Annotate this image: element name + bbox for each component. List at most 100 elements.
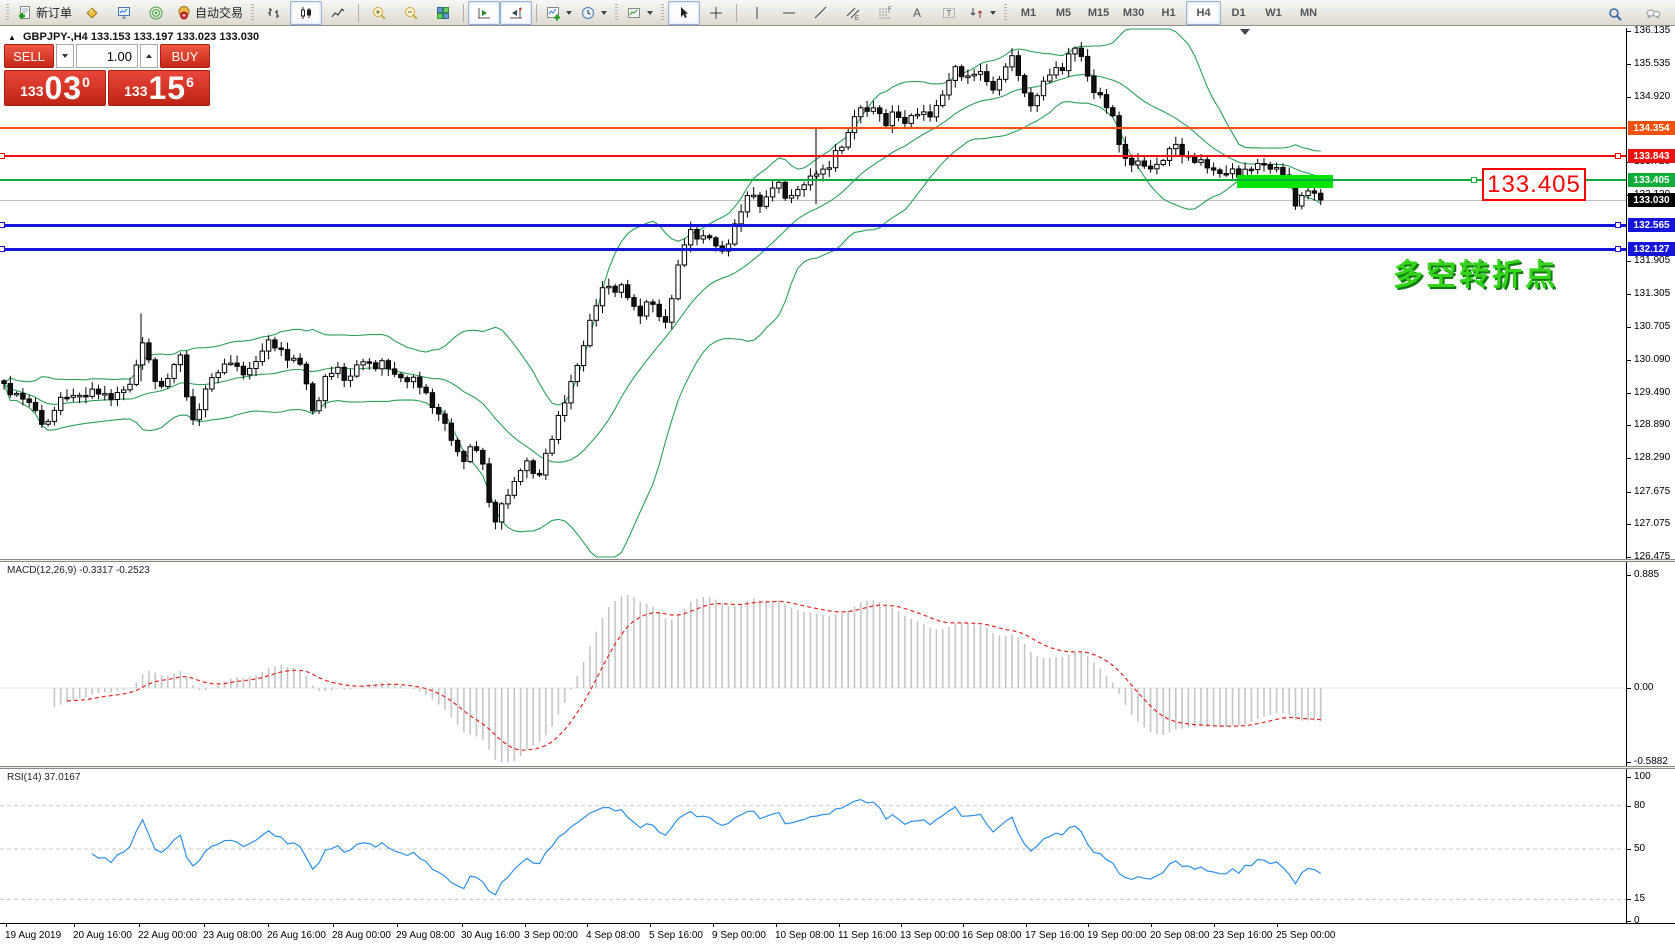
- toolbar-grip[interactable]: [251, 3, 255, 22]
- toolbar-grip[interactable]: [661, 3, 665, 22]
- templates-button[interactable]: [622, 1, 657, 25]
- price-chart-canvas[interactable]: [0, 28, 1626, 559]
- line-anchor-marker[interactable]: [1615, 222, 1621, 228]
- new-order-button[interactable]: 新订单: [13, 1, 76, 25]
- toolbar-separator: [536, 3, 538, 22]
- timeframe-button-w1[interactable]: W1: [1256, 1, 1291, 25]
- autotrading-button[interactable]: 自动交易: [172, 1, 247, 25]
- candle: [977, 71, 984, 75]
- sell-button[interactable]: SELL: [4, 44, 54, 68]
- community-icon: [1645, 6, 1661, 22]
- bar-chart-button[interactable]: [258, 1, 290, 25]
- collapse-icon[interactable]: ▲: [8, 33, 16, 42]
- horizontal-level-line-132.127[interactable]: [0, 248, 1626, 251]
- price-tick-label: 130.090: [1634, 354, 1671, 365]
- date-tick: [1088, 924, 1089, 927]
- candle: [429, 392, 436, 409]
- date-axis-label: 19 Sep 00:00: [1087, 930, 1147, 941]
- shapes-button[interactable]: [965, 1, 1000, 25]
- support-zone-rectangle[interactable]: [1237, 175, 1333, 188]
- line-anchor-marker[interactable]: [1615, 246, 1621, 252]
- volume-increase-button[interactable]: [140, 44, 158, 68]
- periods-button[interactable]: [576, 1, 611, 25]
- date-axis-label: 23 Aug 08:00: [203, 930, 262, 941]
- level-callout-box[interactable]: 133.405: [1482, 168, 1586, 201]
- rsi-canvas[interactable]: [0, 769, 1626, 923]
- channel-button[interactable]: E: [837, 1, 869, 25]
- turning-point-annotation[interactable]: 多空转折点: [1393, 250, 1558, 294]
- label-button[interactable]: T: [933, 1, 965, 25]
- zoom-in-button[interactable]: [363, 1, 395, 25]
- timeframe-button-m1[interactable]: M1: [1011, 1, 1046, 25]
- ask-big-digits: 15: [148, 70, 187, 106]
- market-watch-button[interactable]: [108, 1, 140, 25]
- timeframe-button-m15[interactable]: M15: [1081, 1, 1116, 25]
- chart-shift-button[interactable]: [500, 0, 533, 25]
- candle: [146, 342, 152, 361]
- date-axis-label: 22 Aug 00:00: [138, 930, 197, 941]
- candle: [1116, 115, 1122, 145]
- line-anchor-marker[interactable]: [0, 222, 5, 228]
- trendline-button[interactable]: [805, 1, 837, 25]
- macd-splitter[interactable]: [0, 559, 1675, 562]
- tile-windows-button[interactable]: [427, 1, 459, 25]
- community-button[interactable]: [1637, 2, 1669, 26]
- timeframe-button-h4[interactable]: H4: [1186, 0, 1222, 25]
- timeframe-button-d1[interactable]: D1: [1221, 1, 1256, 25]
- candle: [1072, 47, 1078, 55]
- macd-canvas[interactable]: [0, 562, 1626, 766]
- vertical-line-button[interactable]: [741, 1, 773, 25]
- candle: [253, 361, 259, 369]
- cursor-button[interactable]: [668, 0, 701, 25]
- horizontal-level-line-133.843[interactable]: [0, 155, 1626, 157]
- candle: [543, 452, 549, 476]
- toolbar-grip[interactable]: [1004, 3, 1008, 22]
- ask-price-display[interactable]: 133 15 6: [108, 70, 210, 106]
- candle: [1318, 192, 1324, 201]
- volume-input[interactable]: 1.00: [76, 44, 138, 68]
- line-chart-button[interactable]: [322, 1, 354, 25]
- bid-prefix: 133: [20, 83, 44, 99]
- line-anchor-marker[interactable]: [0, 153, 5, 159]
- dropdown-caret-icon: [601, 10, 608, 15]
- strategy-tester-button[interactable]: [140, 1, 172, 25]
- timeframe-button-m30[interactable]: M30: [1116, 1, 1151, 25]
- line-anchor-marker[interactable]: [0, 246, 5, 252]
- candle: [1280, 167, 1286, 176]
- rsi-splitter[interactable]: [0, 766, 1675, 769]
- toolbar-grip[interactable]: [615, 3, 619, 22]
- horizontal-level-line-133.405[interactable]: [0, 179, 1626, 181]
- volume-decrease-button[interactable]: [56, 44, 74, 68]
- candle: [234, 362, 240, 367]
- horizontal-level-line-134.354[interactable]: [0, 127, 1626, 129]
- zoom-out-button[interactable]: [395, 1, 427, 25]
- indicators-button[interactable]: [541, 1, 576, 25]
- date-tick: [1151, 924, 1152, 927]
- candle: [1103, 94, 1110, 109]
- bid-price-display[interactable]: 133 03 0: [4, 70, 106, 106]
- candle: [984, 71, 990, 82]
- auto-scroll-button[interactable]: [468, 0, 501, 25]
- horizontal-line-button[interactable]: [773, 1, 805, 25]
- timeframe-button-m5[interactable]: M5: [1046, 1, 1081, 25]
- crosshair-button[interactable]: [700, 1, 732, 25]
- fibonacci-button[interactable]: F: [869, 1, 901, 25]
- navigator-button[interactable]: [76, 1, 108, 25]
- line-anchor-marker[interactable]: [1615, 153, 1621, 159]
- search-button[interactable]: [1599, 2, 1631, 26]
- price-tick-label: 134.920: [1634, 91, 1671, 102]
- candle: [95, 388, 102, 395]
- timeframe-button-h1[interactable]: H1: [1151, 1, 1186, 25]
- buy-button[interactable]: BUY: [160, 44, 210, 68]
- candle: [410, 376, 417, 383]
- line-anchor-marker[interactable]: [1471, 177, 1477, 183]
- candle: [259, 350, 266, 363]
- horizontal-level-line-132.565[interactable]: [0, 224, 1626, 227]
- candle: [1047, 74, 1053, 82]
- text-button[interactable]: A: [901, 1, 933, 25]
- toolbar-grip[interactable]: [6, 3, 9, 22]
- date-axis-label: 25 Sep 00:00: [1276, 930, 1336, 941]
- candlestick-button[interactable]: [290, 0, 323, 25]
- candle: [190, 396, 196, 421]
- timeframe-button-mn[interactable]: MN: [1291, 1, 1326, 25]
